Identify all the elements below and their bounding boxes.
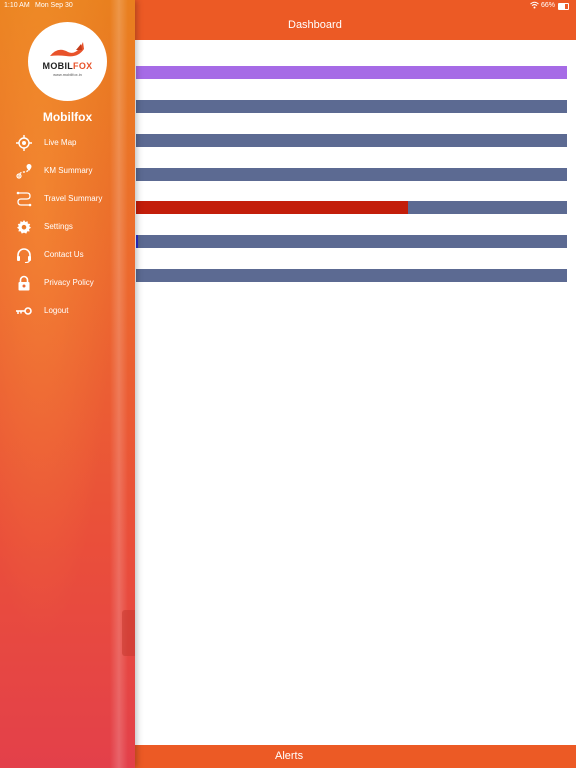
battery-icon xyxy=(558,3,569,10)
sidebar-item-privacy-policy[interactable]: Privacy Policy xyxy=(0,270,135,296)
sidebar-item-contact-us[interactable]: Contact Us xyxy=(0,242,135,268)
sidebar-item-live-map[interactable]: Live Map xyxy=(0,130,135,156)
dashboard-bar xyxy=(136,235,567,248)
brand-name: Mobilfox xyxy=(42,110,93,124)
sidebar-drawer: MOBILFOX www.mobilfox.in Mobilfox Live M… xyxy=(0,0,135,768)
sidebar-item-label: Settings xyxy=(44,222,73,231)
dashboard-bar-fill xyxy=(136,66,567,79)
wifi-icon xyxy=(530,1,539,9)
route-icon xyxy=(16,164,32,179)
sidebar-item-label: Contact Us xyxy=(44,250,84,259)
dashboard-bar xyxy=(136,201,567,214)
dashboard-bar xyxy=(136,134,567,147)
sidebar-item-label: Travel Summary xyxy=(44,194,103,203)
sidebar-item-settings[interactable]: Settings xyxy=(0,214,135,240)
dashboard-bar xyxy=(136,269,567,282)
sidebar-item-logout[interactable]: Logout xyxy=(0,298,135,324)
logo-text: MOBILFOX xyxy=(42,61,93,71)
status-bar: 1:10 AM Mon Sep 30 66% xyxy=(0,0,576,12)
logo-url: www.mobilfox.in xyxy=(53,72,82,77)
gear-icon xyxy=(17,220,31,234)
dashboard-bar-fill xyxy=(136,201,408,214)
fox-logo-icon xyxy=(50,42,84,57)
status-date: Mon Sep 30 xyxy=(35,2,73,9)
lock-icon xyxy=(18,275,30,291)
dashboard-bar xyxy=(136,100,567,113)
status-time: 1:10 AM xyxy=(4,2,30,9)
sidebar-item-label: Logout xyxy=(44,306,69,315)
drawer-handle[interactable] xyxy=(122,610,135,656)
key-icon xyxy=(16,307,32,315)
dashboard-bar xyxy=(136,66,567,79)
sidebar-item-label: Live Map xyxy=(44,138,77,147)
logo: MOBILFOX www.mobilfox.in xyxy=(28,22,107,101)
sidebar-item-label: KM Summary xyxy=(44,166,93,175)
dashboard-bar-fill xyxy=(136,235,139,248)
headset-icon xyxy=(17,248,31,263)
sidebar-item-travel-summary[interactable]: Travel Summary xyxy=(0,186,135,212)
alerts-label: Alerts xyxy=(275,750,304,762)
battery-percent: 66% xyxy=(541,2,556,9)
sidebar-item-km-summary[interactable]: KM Summary xyxy=(0,158,135,184)
dashboard-bar xyxy=(136,168,567,181)
crosshair-icon xyxy=(16,135,32,151)
path-icon xyxy=(16,191,32,207)
sidebar-item-label: Privacy Policy xyxy=(44,278,94,287)
